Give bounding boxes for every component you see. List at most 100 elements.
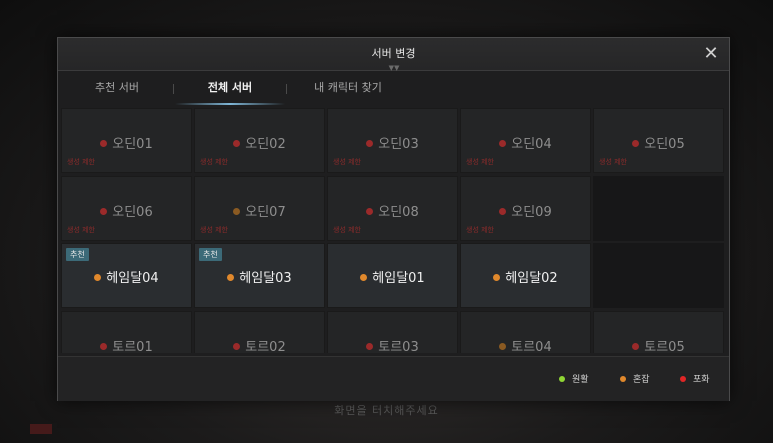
tab-find-my-character[interactable]: 내 캐릭터 찾기 [296,71,400,105]
status-dot-icon [233,208,241,215]
legend-busy: 혼잡 [620,372,650,385]
status-dot-icon [632,343,640,350]
status-dot-icon [366,343,374,350]
server-name: 오딘08 [378,205,419,220]
status-dot-icon [620,376,626,382]
status-dot-icon [360,274,368,281]
server-cell[interactable]: 토르03 [327,311,458,353]
status-dot-icon [366,208,374,215]
recommended-badge: 추천 [66,248,89,261]
server-name-row: 헤임달01 [328,267,457,286]
legend-label: 포화 [693,375,710,385]
server-name: 오딘01 [112,137,153,152]
server-name: 오딘06 [112,205,153,220]
touch-screen-hint: 화면을 터치해주세요 [334,404,439,417]
server-name: 오딘02 [245,137,286,152]
server-cell[interactable]: 헤임달01 [327,243,458,308]
server-name: 토르05 [644,340,685,353]
server-cell[interactable]: 오딘03 생성 제한 [327,108,458,173]
server-name: 헤임달03 [239,271,292,286]
server-name-row: 오딘09 [461,201,590,220]
server-cell[interactable]: 토르01 [61,311,192,353]
server-name-row: 오딘03 [328,133,457,152]
server-cell[interactable]: 오딘02 생성 제한 [194,108,325,173]
server-cell[interactable]: 오딘07 생성 제한 [194,176,325,241]
server-cell[interactable]: 오딘06 생성 제한 [61,176,192,241]
server-name: 토르01 [112,340,153,353]
server-name-row: 토르04 [461,336,590,353]
server-grid: 오딘01 생성 제한 오딘02 생성 제한 오딘03 생성 제한 오딘04 생성 제한 오딘05… [61,108,727,353]
empty-slot [593,243,724,308]
server-name-row: 오딘05 [594,133,723,152]
legend-full: 포화 [680,372,710,385]
status-dot-icon [100,343,108,350]
close-icon: ✕ [703,43,719,64]
server-name: 토르03 [378,340,419,353]
server-name: 오딘03 [378,137,419,152]
status-dot-icon [499,208,507,215]
server-name-row: 토르02 [195,336,324,353]
status-dot-icon [233,343,241,350]
server-name-row: 헤임달02 [461,267,590,286]
server-name-row: 오딘08 [328,201,457,220]
tab-recommended-servers[interactable]: 추천 서버 [78,71,156,105]
status-dot-icon [100,208,108,215]
legend-label: 혼잡 [633,375,650,385]
status-dot-icon [94,274,102,281]
status-dot-icon [227,274,235,281]
server-cell[interactable]: 토르04 [460,311,591,353]
status-dot-icon [499,343,507,350]
status-dot-icon [100,140,108,147]
server-cell[interactable]: 추천헤임달04 [61,243,192,308]
legend-smooth: 원활 [559,372,589,385]
tab-all-servers[interactable]: 전체 서버 [175,71,285,105]
server-name: 토르02 [245,340,286,353]
close-button[interactable]: ✕ [699,42,723,66]
creation-restricted-label: 생성 제한 [333,158,361,166]
server-name-row: 오딘07 [195,201,324,220]
server-name-row: 헤임달04 [62,267,191,286]
creation-restricted-label: 생성 제한 [466,158,494,166]
server-cell[interactable]: 추천 헤임달03 [194,243,325,308]
server-name: 토르04 [511,340,552,353]
server-name: 헤임달02 [505,271,558,286]
server-name-row: 오딘06 [62,201,191,220]
tab-divider [286,84,287,94]
server-name: 오딘04 [511,137,552,152]
empty-slot [593,176,724,241]
creation-restricted-label: 생성 제한 [67,158,95,166]
status-dot-icon [233,140,241,147]
creation-restricted-label: 생성 제한 [200,158,228,166]
server-cell[interactable]: 오딘08 생성 제한 [327,176,458,241]
server-cell[interactable]: 토르05 [593,311,724,353]
creation-restricted-label: 생성 제한 [599,158,627,166]
status-dot-icon [632,140,640,147]
server-cell[interactable]: 헤임달02 [460,243,591,308]
server-cell[interactable]: 토르02 [194,311,325,353]
tab-divider [173,84,174,94]
server-name: 헤임달01 [372,271,425,286]
server-cell[interactable]: 오딘09 생성 제한 [460,176,591,241]
server-cell[interactable]: 오딘04 생성 제한 [460,108,591,173]
server-name-row: 오딘02 [195,133,324,152]
server-cell[interactable]: 오딘01 생성 제한 [61,108,192,173]
server-name: 오딘05 [644,137,685,152]
server-name: 오딘09 [511,205,552,220]
server-tabs: 추천 서버 전체 서버 내 캐릭터 찾기 [58,71,729,107]
server-name-row: 헤임달03 [195,267,324,286]
server-name: 헤임달04 [106,271,159,286]
creation-restricted-label: 생성 제한 [200,226,228,234]
dialog-titlebar: 서버 변경 ▼▼ ✕ [58,38,729,72]
status-legend-bar: 원활 혼잡 포화 [58,356,729,401]
server-change-dialog: 서버 변경 ▼▼ ✕ 추천 서버 전체 서버 내 캐릭터 찾기 오딘01 생성 제… [57,37,730,401]
server-name-row: 오딘04 [461,133,590,152]
status-dot-icon [559,376,565,382]
creation-restricted-label: 생성 제한 [67,226,95,234]
server-cell[interactable]: 오딘05 생성 제한 [593,108,724,173]
server-name-row: 토르03 [328,336,457,353]
status-dot-icon [493,274,501,281]
server-name: 오딘07 [245,205,286,220]
status-dot-icon [499,140,507,147]
server-name-row: 토르01 [62,336,191,353]
creation-restricted-label: 생성 제한 [333,226,361,234]
